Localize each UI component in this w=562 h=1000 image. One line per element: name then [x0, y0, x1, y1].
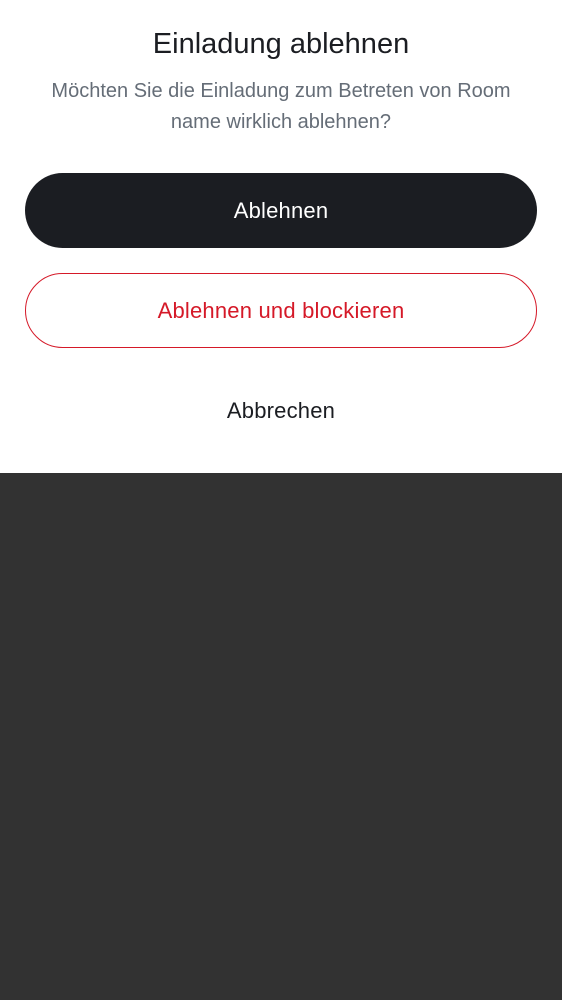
- decline-and-block-button[interactable]: Ablehnen und blockieren: [25, 273, 537, 348]
- background-scrim[interactable]: [0, 473, 562, 1000]
- dialog-title: Einladung ablehnen: [152, 28, 410, 60]
- cancel-button[interactable]: Abbrechen: [25, 373, 537, 448]
- decline-invite-sheet: Einladung ablehnen Möchten Sie die Einla…: [0, 0, 562, 473]
- decline-button[interactable]: Ablehnen: [25, 173, 537, 248]
- dialog-message: Möchten Sie die Einladung zum Betreten v…: [51, 80, 511, 133]
